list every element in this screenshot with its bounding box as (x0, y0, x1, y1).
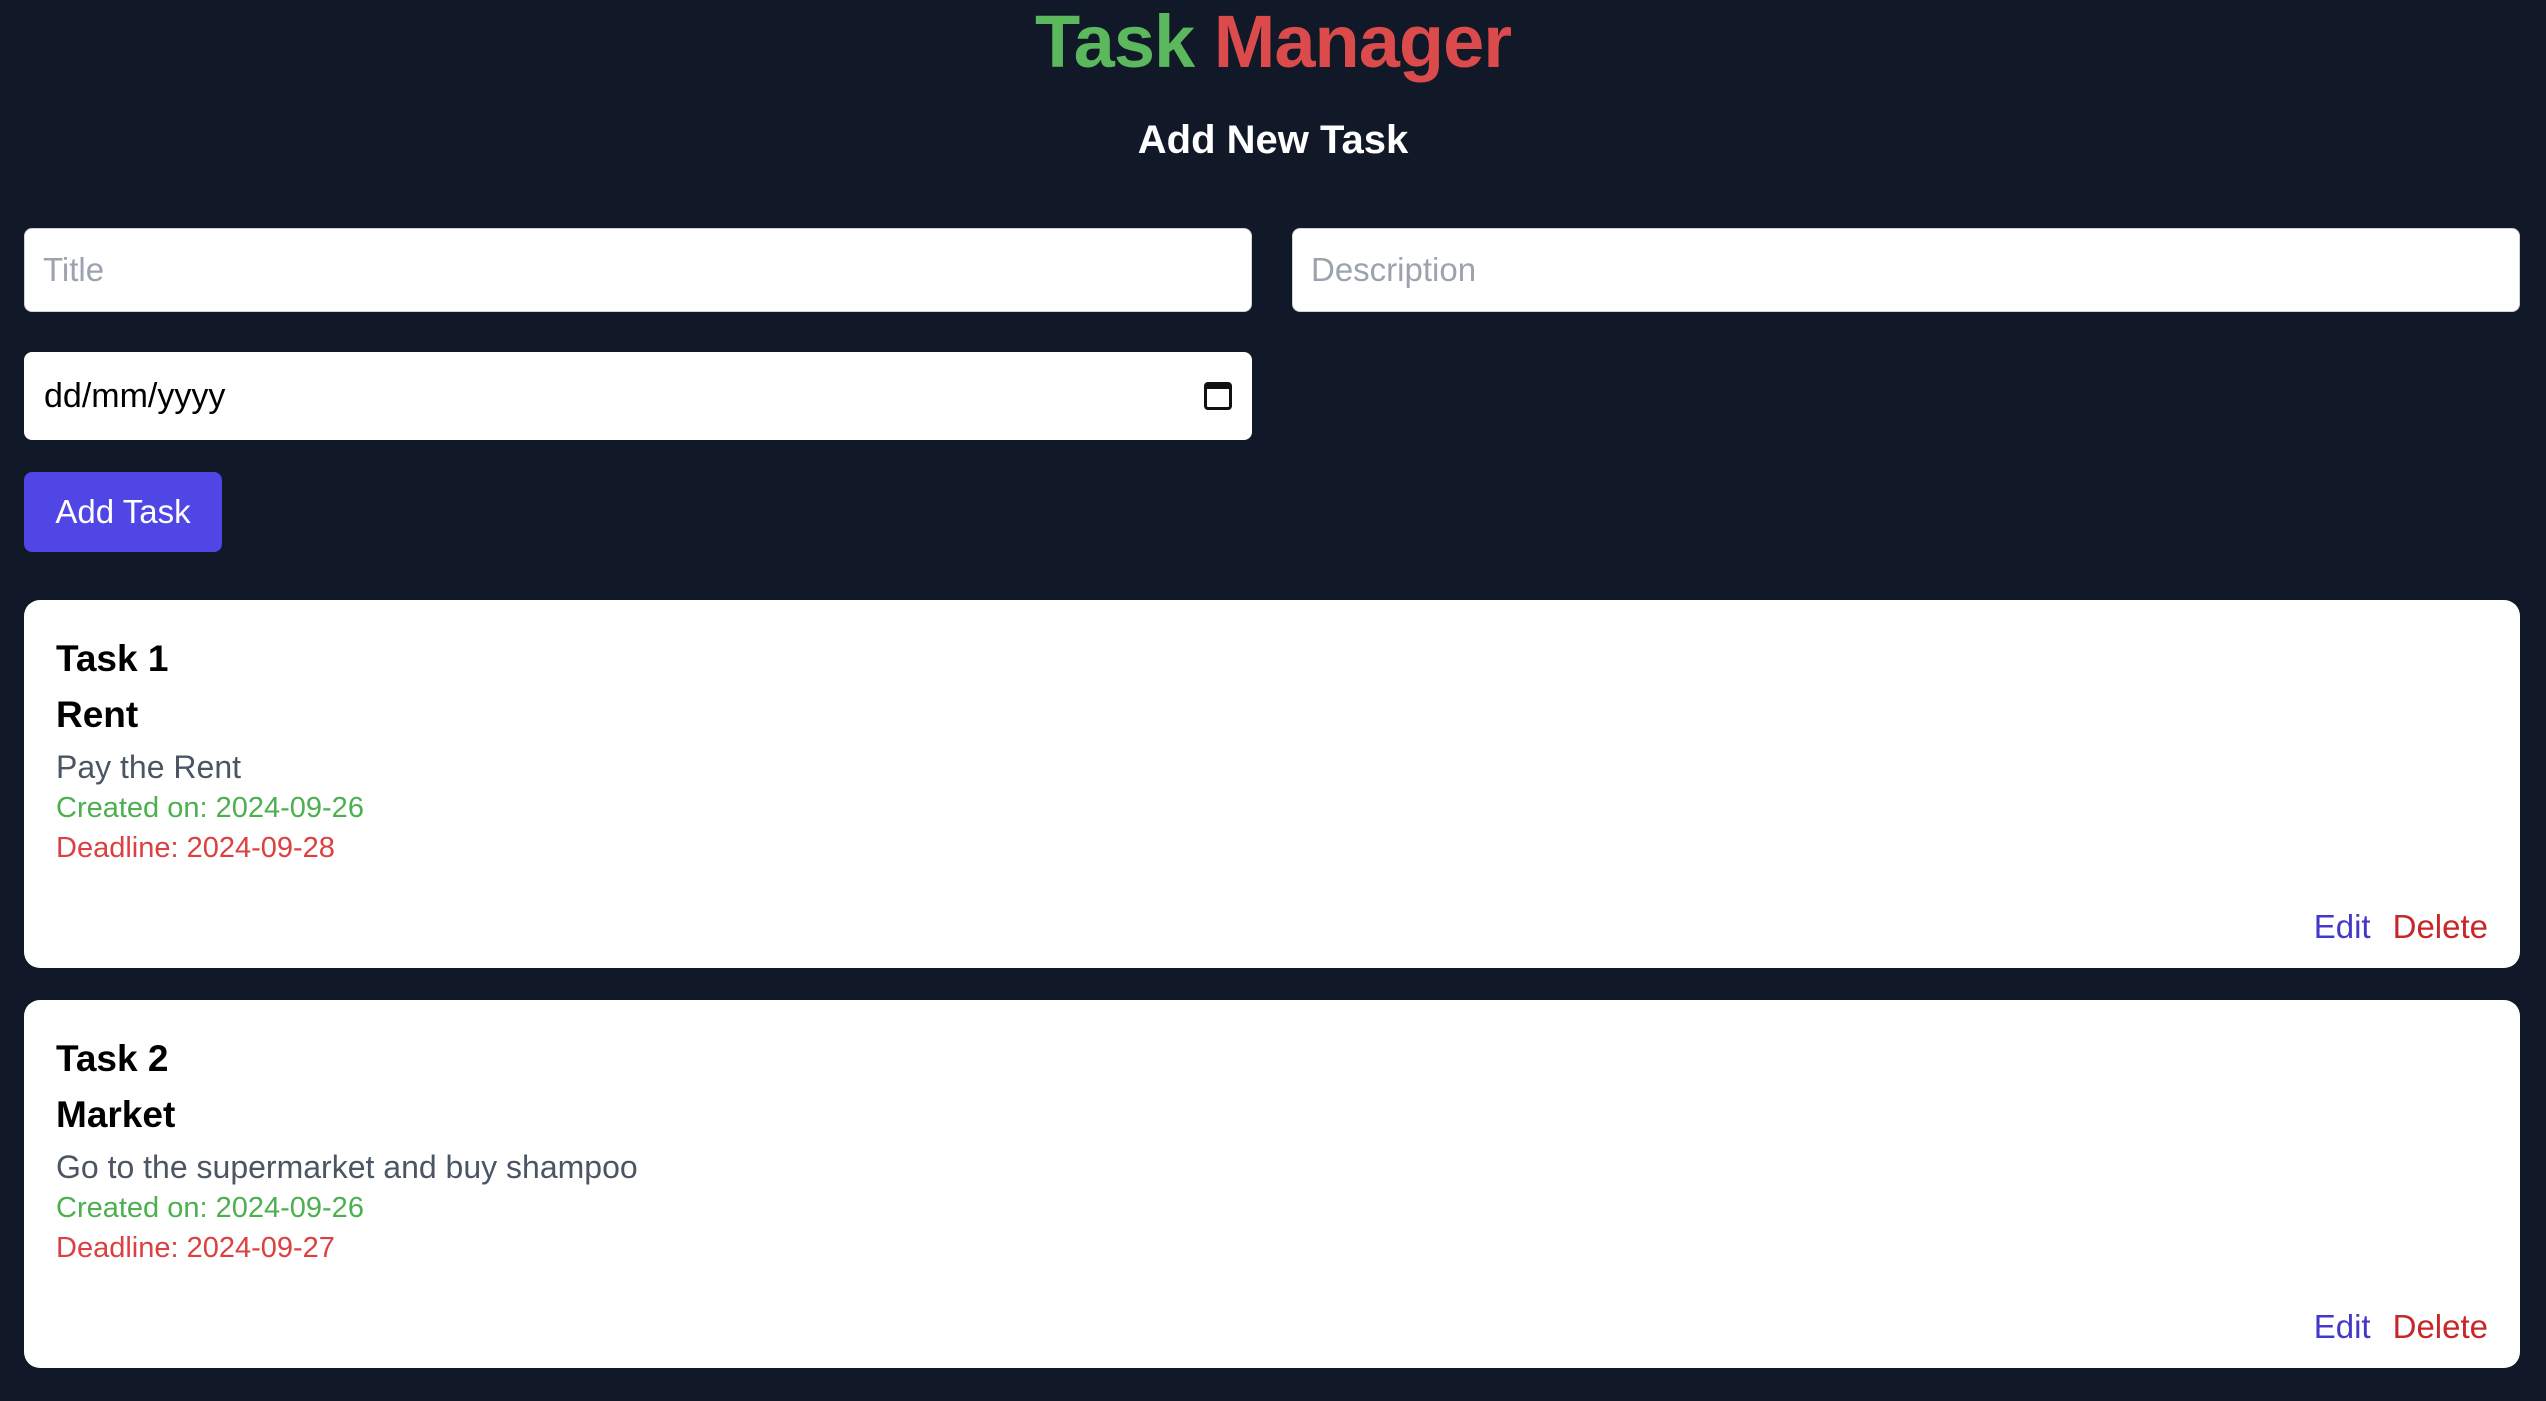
task-manager-app: Task Manager Add New Task dd/mm/yyyy Add… (0, 0, 2546, 1401)
task-card: Task 1 Rent Pay the Rent Created on: 202… (24, 600, 2520, 968)
task-number: Task 1 (56, 638, 169, 679)
calendar-icon[interactable] (1204, 382, 1232, 410)
edit-button[interactable]: Edit (2314, 1308, 2371, 1346)
date-input-value: dd/mm/yyyy (44, 376, 226, 415)
delete-button[interactable]: Delete (2393, 1308, 2488, 1346)
app-title-task: Task (1034, 0, 1195, 83)
edit-button[interactable]: Edit (2314, 908, 2371, 946)
task-actions: Edit Delete (2314, 908, 2488, 946)
task-deadline: Deadline: 2024-09-27 (56, 1232, 335, 1264)
add-task-button[interactable]: Add Task (24, 472, 222, 552)
task-list: Task 1 Rent Pay the Rent Created on: 202… (24, 600, 2522, 1368)
task-title: Market (56, 1094, 176, 1135)
form-row-text (24, 228, 2522, 312)
task-actions: Edit Delete (2314, 1308, 2488, 1346)
task-deadline: Deadline: 2024-09-28 (56, 832, 335, 864)
title-input[interactable] (24, 228, 1252, 312)
task-created-date: Created on: 2024-09-26 (56, 1192, 364, 1224)
delete-button[interactable]: Delete (2393, 908, 2488, 946)
deadline-date-input[interactable]: dd/mm/yyyy (24, 352, 1252, 440)
form-row-date: dd/mm/yyyy (24, 352, 2522, 440)
task-number: Task 2 (56, 1038, 169, 1079)
task-description: Go to the supermarket and buy shampoo (56, 1149, 638, 1185)
app-title-manager: Manager (1213, 0, 1512, 83)
add-task-heading: Add New Task (1137, 118, 1409, 162)
task-title: Rent (56, 694, 139, 735)
task-created-date: Created on: 2024-09-26 (56, 792, 364, 824)
description-input[interactable] (1292, 228, 2520, 312)
task-card: Task 2 Market Go to the supermarket and … (24, 1000, 2520, 1368)
task-description: Pay the Rent (56, 749, 241, 785)
app-title: Task Manager (24, 0, 2522, 84)
